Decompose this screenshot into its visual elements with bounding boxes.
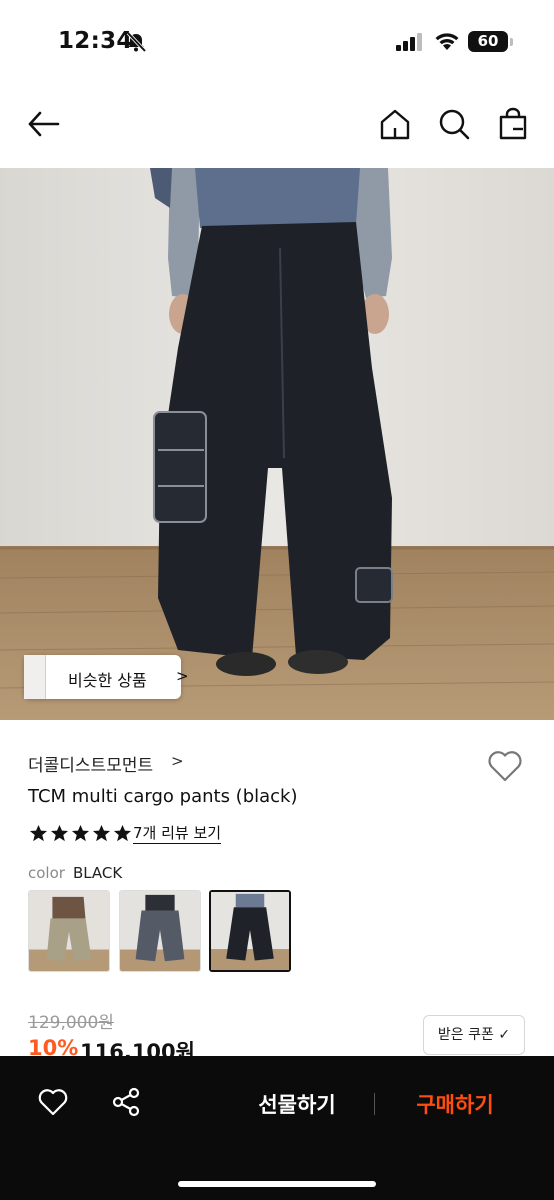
- bell-muted-icon: [126, 31, 147, 53]
- swatch-image: [120, 891, 200, 971]
- color-swatch-black[interactable]: [209, 890, 291, 972]
- shopping-bag-icon[interactable]: [496, 107, 530, 141]
- chevron-right-icon[interactable]: >: [171, 752, 184, 770]
- battery-cap: [510, 38, 513, 46]
- back-arrow-icon[interactable]: [26, 107, 60, 141]
- star-icon: [29, 824, 48, 842]
- search-icon[interactable]: [437, 107, 471, 141]
- heart-icon[interactable]: [486, 748, 524, 784]
- status-bar: 12:34 60: [0, 0, 554, 84]
- color-swatch-beige[interactable]: [28, 890, 110, 972]
- chevron-right-icon: >: [176, 667, 189, 685]
- similar-products-button[interactable]: 비슷한 상품 >: [24, 655, 189, 699]
- similar-products-label: 비슷한 상품: [68, 671, 147, 690]
- color-value: BLACK: [72, 864, 123, 882]
- color-row: color BLACK: [28, 864, 122, 882]
- cellular-signal-icon: [396, 33, 422, 51]
- star-icon: [113, 824, 132, 842]
- original-price: 129,000원: [28, 1013, 114, 1033]
- battery-indicator: 60: [468, 31, 508, 52]
- status-time: 12:34: [58, 28, 133, 54]
- product-title: TCM multi cargo pants (black): [28, 786, 298, 807]
- divider: [374, 1093, 375, 1115]
- swatch-image: [211, 892, 289, 970]
- heart-outline-icon[interactable]: [37, 1086, 69, 1118]
- color-label: color: [28, 864, 65, 882]
- product-photo-illustration: [0, 168, 554, 720]
- bottom-action-bar: 선물하기 구매하기: [0, 1056, 554, 1200]
- home-indicator: [178, 1181, 376, 1187]
- home-icon[interactable]: [378, 107, 412, 141]
- star-icon: [71, 824, 90, 842]
- gift-button[interactable]: 선물하기: [238, 1089, 356, 1119]
- top-nav-bar: [0, 95, 554, 160]
- star-icon: [92, 824, 111, 842]
- star-icon: [50, 824, 69, 842]
- buy-button[interactable]: 구매하기: [396, 1089, 514, 1119]
- product-photo[interactable]: [0, 168, 554, 720]
- review-link[interactable]: 7개 리뷰 보기: [133, 824, 222, 844]
- share-icon[interactable]: [110, 1086, 142, 1118]
- similar-thumb: [32, 655, 46, 699]
- color-swatch-grey[interactable]: [119, 890, 201, 972]
- rating-stars: [29, 824, 132, 844]
- wifi-icon: [435, 33, 459, 50]
- received-coupon-button[interactable]: 받은 쿠폰 ✓: [423, 1015, 525, 1055]
- brand-name-link[interactable]: 더콜디스트모먼트: [28, 751, 153, 776]
- swatch-image: [29, 891, 109, 971]
